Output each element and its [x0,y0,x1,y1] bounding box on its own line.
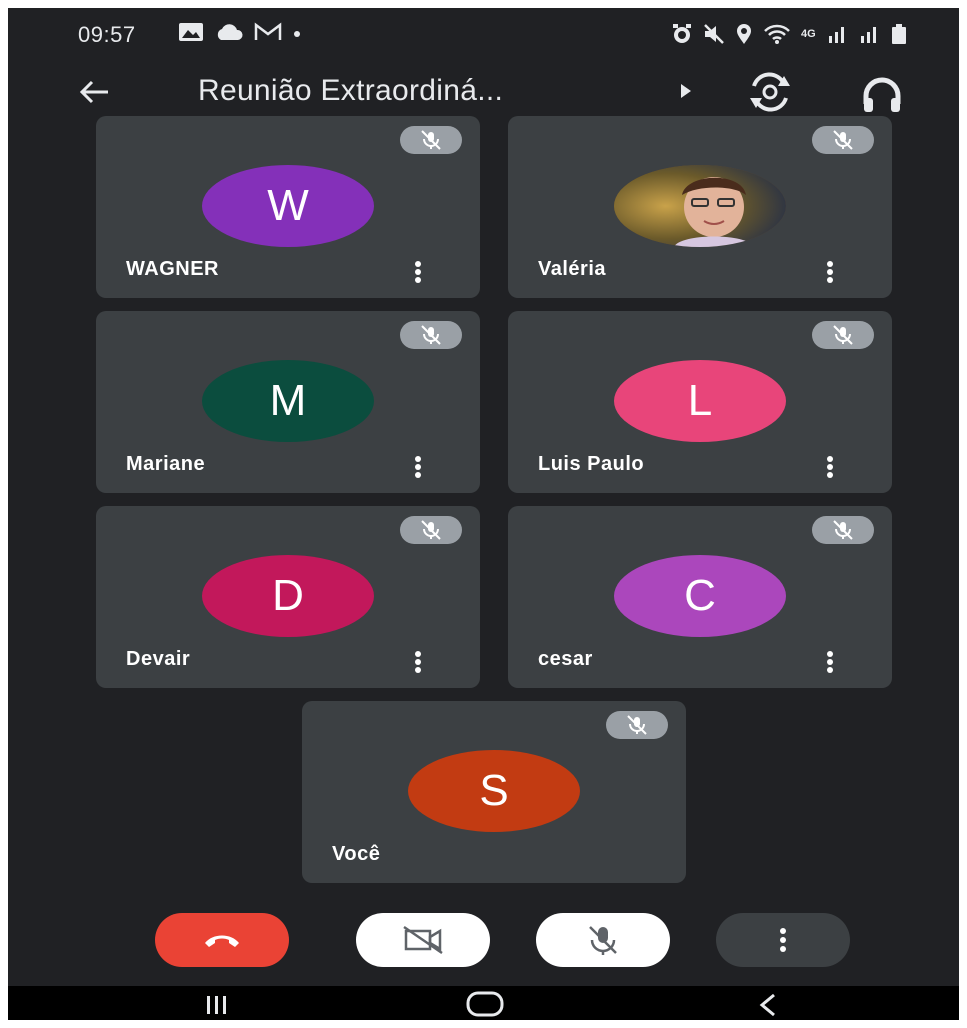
more-vert-icon [827,456,833,478]
meeting-header: Reunião Extraordiná... [8,60,959,124]
switch-camera-icon[interactable] [744,72,796,112]
participant-more-button[interactable] [820,453,840,481]
avatar-initial: D [272,571,304,620]
more-vert-icon [415,261,421,283]
participant-more-button[interactable] [408,648,428,676]
hang-up-icon [205,935,239,947]
signal-icon [861,27,876,43]
recents-icon[interactable] [204,994,230,1016]
participant-avatar [614,165,786,247]
mic-off-icon [833,130,853,150]
back-arrow-icon[interactable] [76,74,112,110]
meeting-title[interactable]: Reunião Extraordiná... [198,74,503,108]
avatar-initial: C [684,571,716,620]
alarm-icon [673,24,691,43]
mute-icon [704,24,724,44]
more-vert-icon [415,456,421,478]
status-bar: 09:57 4G [8,8,959,60]
more-vert-icon [827,261,833,283]
end-call-button[interactable] [155,913,289,967]
camera-off-button[interactable] [356,913,490,967]
camera-off-icon [403,925,443,955]
mic-off-icon [589,926,617,955]
participant-tile[interactable]: M Mariane [96,311,480,493]
dot-icon [294,31,300,37]
more-vert-icon [780,928,786,952]
wifi-icon [764,24,790,44]
participant-name: Mariane [126,453,206,475]
participant-name: Luis Paulo [538,453,645,475]
status-time: 09:57 [78,22,136,47]
participant-more-button[interactable] [408,453,428,481]
participant-avatar: W [202,165,374,247]
phone-screen: 09:57 4G Reunião Extraordiná... W WAGNER V… [8,8,959,1020]
participant-name: Você [332,843,381,865]
participant-avatar: C [614,555,786,637]
gallery-icon [179,23,203,41]
avatar-initial: W [267,181,309,230]
4g-icon: 4G [801,28,816,40]
participant-avatar: M [202,360,374,442]
mic-off-icon [627,715,647,735]
muted-mic-badge [400,126,462,154]
location-icon [737,24,751,44]
mic-off-icon [833,325,853,345]
mic-off-icon [421,325,441,345]
participant-name: WAGNER [126,258,219,280]
participant-tile[interactable]: Ccesar [508,506,892,688]
participant-name: Valéria [538,258,607,280]
gmail-icon [254,22,282,40]
participant-tile[interactable]: S Você [302,701,686,883]
mic-off-icon [421,520,441,540]
avatar-initial: M [269,376,307,425]
participant-avatar: S [408,750,580,832]
avatar-initial: S [479,766,509,815]
participant-tile[interactable]: D Devair [96,506,480,688]
participant-avatar: L [614,360,786,442]
participant-name: cesar [538,648,593,670]
avatar-initial: L [687,376,713,425]
system-nav-bar [8,986,959,1020]
participant-more-button[interactable] [820,648,840,676]
mic-off-icon [421,130,441,150]
mic-off-button[interactable] [536,913,670,967]
participant-tile[interactable]: Valéria [508,116,892,298]
muted-mic-badge [606,711,668,739]
participant-tile[interactable]: W WAGNER [96,116,480,298]
muted-mic-badge [812,321,874,349]
participant-name: Devair [126,648,191,670]
muted-mic-badge [400,516,462,544]
profile-photo [614,165,786,247]
mic-off-icon [833,520,853,540]
muted-mic-badge [400,321,462,349]
more-options-button[interactable] [716,913,850,967]
cloud-icon [217,24,243,40]
nav-back-icon[interactable] [756,992,780,1018]
participant-more-button[interactable] [820,258,840,286]
more-vert-icon [827,651,833,673]
participant-tile[interactable]: L Luis Paulo [508,311,892,493]
more-vert-icon [415,651,421,673]
participant-avatar: D [202,555,374,637]
battery-icon [892,24,906,44]
muted-mic-badge [812,126,874,154]
headphones-icon[interactable] [858,74,906,114]
title-expand-icon[interactable] [679,82,693,100]
muted-mic-badge [812,516,874,544]
participant-more-button[interactable] [408,258,428,286]
home-icon[interactable] [465,990,505,1018]
signal-icon [829,27,844,43]
